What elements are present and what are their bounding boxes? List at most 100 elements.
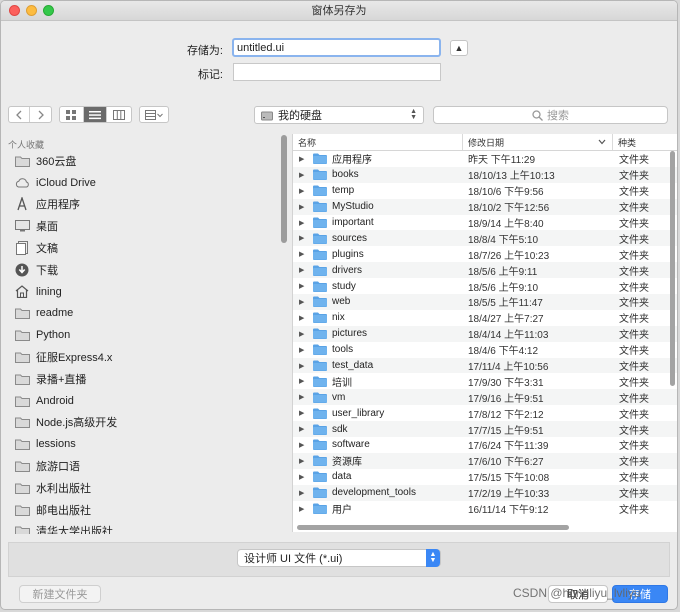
file-row[interactable]: ▶ study 18/5/6 上午9:10 文件夹 bbox=[293, 278, 677, 294]
disclosure-triangle-icon[interactable]: ▶ bbox=[299, 282, 313, 290]
disclosure-triangle-icon[interactable]: ▶ bbox=[299, 346, 313, 354]
file-row[interactable]: ▶ nix 18/4/27 上午7:27 文件夹 bbox=[293, 310, 677, 326]
sidebar-item[interactable]: 文稿 bbox=[2, 237, 287, 259]
list-view-button[interactable] bbox=[83, 107, 108, 122]
file-row[interactable]: ▶ vm 17/9/16 上午9:51 文件夹 bbox=[293, 389, 677, 406]
folder-icon bbox=[14, 459, 30, 473]
file-name-cell: ▶ 资源库 bbox=[293, 453, 463, 468]
icon-view-button[interactable] bbox=[60, 107, 84, 122]
sidebar-item[interactable]: readme bbox=[2, 303, 287, 325]
file-list-vertical-scrollbar[interactable] bbox=[670, 151, 675, 386]
file-row[interactable]: ▶ temp 18/10/6 下午9:56 文件夹 bbox=[293, 183, 677, 199]
disclosure-triangle-icon[interactable]: ▶ bbox=[299, 298, 313, 306]
disclosure-triangle-icon[interactable]: ▶ bbox=[299, 234, 313, 242]
sidebar-item[interactable]: 征服Express4.x bbox=[2, 346, 287, 368]
sidebar-item-label: Python bbox=[36, 329, 71, 342]
file-date: 18/10/6 下午9:56 bbox=[468, 187, 544, 199]
sidebar-item[interactable]: lining bbox=[2, 281, 287, 303]
file-row[interactable]: ▶ web 18/5/5 上午11:47 文件夹 bbox=[293, 294, 677, 310]
forward-button[interactable] bbox=[30, 107, 51, 122]
file-row[interactable]: ▶ sdk 17/7/15 上午9:51 文件夹 bbox=[293, 421, 677, 438]
maximize-window-button[interactable] bbox=[43, 5, 54, 16]
file-row[interactable]: ▶ user_library 17/8/12 下午2:12 文件夹 bbox=[293, 405, 677, 421]
file-row[interactable]: ▶ important 18/9/14 上午8:40 文件夹 bbox=[293, 215, 677, 231]
close-window-button[interactable] bbox=[9, 5, 20, 16]
arrange-menu-button[interactable] bbox=[139, 106, 169, 123]
sidebar-item[interactable]: Node.js高级开发 bbox=[2, 412, 287, 434]
disclosure-triangle-icon[interactable]: ▶ bbox=[299, 489, 313, 497]
file-name: software bbox=[332, 439, 370, 451]
file-row[interactable]: ▶ tools 18/4/6 下午4:12 文件夹 bbox=[293, 342, 677, 358]
disclosure-triangle-icon[interactable]: ▶ bbox=[299, 330, 313, 338]
file-row[interactable]: ▶ test_data 17/11/4 上午10:56 文件夹 bbox=[293, 357, 677, 374]
disclosure-triangle-icon[interactable]: ▶ bbox=[299, 362, 313, 370]
sidebar-item[interactable]: 应用程序 bbox=[2, 194, 287, 216]
file-row[interactable]: ▶ 用户 16/11/14 下午9:12 文件夹 bbox=[293, 501, 677, 517]
disclosure-triangle-icon[interactable]: ▶ bbox=[299, 441, 313, 449]
disclosure-triangle-icon[interactable]: ▶ bbox=[299, 250, 313, 258]
disclosure-triangle-icon[interactable]: ▶ bbox=[299, 473, 313, 481]
disclosure-triangle-icon[interactable]: ▶ bbox=[299, 425, 313, 433]
sidebar-item[interactable]: lessions bbox=[2, 433, 287, 455]
location-label: 我的硬盘 bbox=[278, 110, 322, 122]
sidebar-item[interactable]: 邮电出版社 bbox=[2, 499, 287, 521]
new-folder-button[interactable]: 新建文件夹 bbox=[19, 585, 101, 603]
sidebar-item[interactable]: Android bbox=[2, 390, 287, 412]
disclosure-triangle-icon[interactable]: ▶ bbox=[299, 155, 313, 163]
minimize-window-button[interactable] bbox=[26, 5, 37, 16]
file-row[interactable]: ▶ books 18/10/13 上午10:13 文件夹 bbox=[293, 166, 677, 183]
sidebar-item[interactable]: Python bbox=[2, 324, 287, 346]
file-row[interactable]: ▶ pictures 18/4/14 上午11:03 文件夹 bbox=[293, 325, 677, 342]
column-header-kind[interactable]: 种类 bbox=[613, 134, 673, 150]
file-row[interactable]: ▶ development_tools 17/2/19 上午10:33 文件夹 bbox=[293, 484, 677, 501]
sidebar-item[interactable]: 录播+直播 bbox=[2, 368, 287, 390]
file-row[interactable]: ▶ drivers 18/5/6 上午9:11 文件夹 bbox=[293, 262, 677, 279]
disclosure-triangle-icon[interactable]: ▶ bbox=[299, 457, 313, 465]
folder-icon bbox=[313, 153, 327, 165]
disclosure-triangle-icon[interactable]: ▶ bbox=[299, 171, 313, 179]
disclosure-triangle-icon[interactable]: ▶ bbox=[299, 505, 313, 513]
location-popup[interactable]: 我的硬盘 ▲ ▼ bbox=[254, 106, 424, 124]
file-name-cell: ▶ sdk bbox=[293, 424, 463, 435]
file-row[interactable]: ▶ sources 18/8/4 下午5:10 文件夹 bbox=[293, 230, 677, 247]
save-as-input[interactable]: untitled.ui bbox=[232, 38, 441, 57]
folder-icon bbox=[313, 312, 327, 324]
disclosure-triangle-icon[interactable]: ▶ bbox=[299, 187, 313, 195]
file-row[interactable]: ▶ MyStudio 18/10/2 下午12:56 文件夹 bbox=[293, 198, 677, 215]
disclosure-triangle-icon[interactable]: ▶ bbox=[299, 377, 313, 385]
sidebar-item[interactable]: iCloud Drive bbox=[2, 172, 287, 194]
disclosure-triangle-icon[interactable]: ▶ bbox=[299, 393, 313, 401]
sidebar-item[interactable]: 水利出版社 bbox=[2, 477, 287, 499]
tags-input[interactable] bbox=[233, 63, 441, 81]
file-kind: 文件夹 bbox=[619, 330, 649, 342]
column-header-date[interactable]: 修改日期 bbox=[463, 134, 613, 150]
file-name: books bbox=[332, 169, 359, 181]
tags-label: 标记: bbox=[197, 69, 223, 81]
file-row[interactable]: ▶ 应用程序 昨天 下午11:29 文件夹 bbox=[293, 151, 677, 167]
cloud-icon bbox=[14, 176, 30, 190]
disclosure-triangle-icon[interactable]: ▶ bbox=[299, 314, 313, 322]
expand-dialog-button[interactable]: ▲ bbox=[450, 40, 468, 56]
file-format-select[interactable]: 设计师 UI 文件 (*.ui) ▲ ▼ bbox=[237, 549, 441, 567]
column-view-button[interactable] bbox=[107, 107, 131, 122]
back-button[interactable] bbox=[9, 107, 31, 122]
sidebar-item[interactable]: 桌面 bbox=[2, 215, 287, 237]
file-row[interactable]: ▶ 资源库 17/6/10 下午6:27 文件夹 bbox=[293, 452, 677, 469]
file-list-horizontal-scrollbar[interactable] bbox=[297, 525, 569, 530]
file-row[interactable]: ▶ data 17/5/15 下午10:08 文件夹 bbox=[293, 469, 677, 485]
file-row[interactable]: ▶ software 17/6/24 下午11:39 文件夹 bbox=[293, 437, 677, 453]
sidebar-scrollbar[interactable] bbox=[281, 135, 287, 243]
sidebar-item[interactable]: 360云盘 bbox=[2, 150, 287, 172]
sidebar-item-label: 应用程序 bbox=[36, 199, 80, 212]
disclosure-triangle-icon[interactable]: ▶ bbox=[299, 219, 313, 227]
sidebar-item[interactable]: 旅游口语 bbox=[2, 455, 287, 477]
disclosure-triangle-icon[interactable]: ▶ bbox=[299, 203, 313, 211]
disclosure-triangle-icon[interactable]: ▶ bbox=[299, 266, 313, 274]
column-header-name[interactable]: 名称 bbox=[293, 134, 463, 150]
disclosure-triangle-icon[interactable]: ▶ bbox=[299, 409, 313, 417]
search-field[interactable]: 搜索 bbox=[433, 106, 668, 124]
sidebar-item[interactable]: 清华大学出版社 bbox=[2, 521, 287, 534]
sidebar-item[interactable]: 下载 bbox=[2, 259, 287, 281]
file-row[interactable]: ▶ plugins 18/7/26 上午10:23 文件夹 bbox=[293, 246, 677, 262]
file-row[interactable]: ▶ 培训 17/9/30 下午3:31 文件夹 bbox=[293, 373, 677, 389]
